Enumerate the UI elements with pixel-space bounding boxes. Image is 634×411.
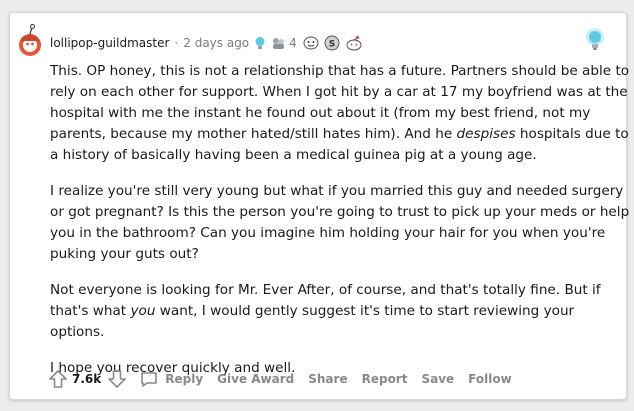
downvote-arrow-icon[interactable] xyxy=(107,369,127,389)
award-count: 4 xyxy=(289,36,297,50)
reply-label: Reply xyxy=(165,372,204,386)
reply-button[interactable]: Reply xyxy=(139,369,203,389)
comment-body: This. OP honey, this is not a relationsh… xyxy=(50,61,632,394)
comment-paragraph: Not everyone is looking for Mr. Ever Aft… xyxy=(50,280,632,343)
silver-award-icon[interactable]: S xyxy=(324,35,340,51)
lightbulb-award-icon[interactable] xyxy=(254,36,266,50)
meta-separator: · xyxy=(174,36,179,50)
username-link[interactable]: lollipop-guildmaster xyxy=(50,36,169,50)
svg-text:S: S xyxy=(329,40,335,50)
snoo-award-icon[interactable] xyxy=(345,35,363,51)
vote-count: 7.6k xyxy=(72,372,102,386)
group-award-icon[interactable] xyxy=(271,36,287,50)
give-award-button[interactable]: Give Award xyxy=(217,372,294,386)
emphasis-text: you xyxy=(130,303,156,319)
follow-button[interactable]: Follow xyxy=(468,372,512,386)
report-button[interactable]: Report xyxy=(362,372,408,386)
comment-meta: lollipop-guildmaster · 2 days ago 4 S xyxy=(50,35,363,51)
comment-paragraph: This. OP honey, this is not a relationsh… xyxy=(50,61,632,166)
paragraph-text: I realize you're still very young but wh… xyxy=(50,183,630,262)
upvote-arrow-icon[interactable] xyxy=(48,369,68,389)
lightbulb-award-icon[interactable] xyxy=(584,27,606,53)
comment-paragraph: I realize you're still very young but wh… xyxy=(50,181,632,265)
avatar[interactable] xyxy=(17,23,43,57)
emphasis-text: despises xyxy=(456,126,516,142)
comment-actions: 7.6k Reply Give Award Share Report Save … xyxy=(48,367,526,391)
comment-card: lollipop-guildmaster · 2 days ago 4 S Th… xyxy=(9,12,629,400)
share-button[interactable]: Share xyxy=(308,372,347,386)
save-button[interactable]: Save xyxy=(421,372,454,386)
timestamp-link[interactable]: 2 days ago xyxy=(183,36,249,50)
speech-bubble-icon xyxy=(141,372,158,387)
wholesome-award-icon[interactable] xyxy=(303,36,319,50)
window-frame: lollipop-guildmaster · 2 days ago 4 S Th… xyxy=(0,0,634,411)
